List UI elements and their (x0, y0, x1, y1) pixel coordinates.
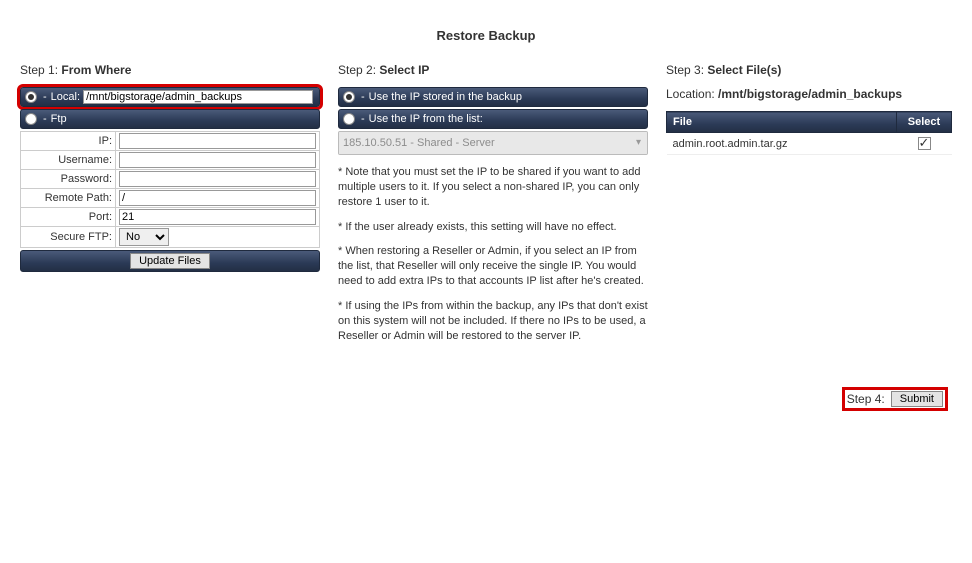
submit-button[interactable]: Submit (891, 391, 943, 407)
file-table: File Select admin.root.admin.tar.gz (666, 111, 952, 155)
step1-column: Step 1: From Where - Local: - Ftp IP: Us… (20, 63, 320, 272)
step2-column: Step 2: Select IP - Use the IP stored in… (338, 63, 648, 353)
ip-select[interactable]: 185.10.50.51 - Shared - Server (339, 132, 647, 154)
remote-path-input[interactable] (119, 190, 316, 206)
location-label: Location: (666, 87, 718, 101)
step2-title: Select IP (379, 63, 429, 77)
secure-ftp-select[interactable]: No (119, 228, 169, 246)
local-path-input[interactable] (83, 90, 313, 104)
select-col-header[interactable]: Select (897, 112, 952, 133)
dash-icon: - (361, 91, 365, 103)
dash-icon: - (43, 91, 47, 103)
ip-input[interactable] (119, 133, 316, 149)
location-line: Location: /mnt/bigstorage/admin_backups (666, 87, 952, 101)
port-input[interactable] (119, 209, 316, 225)
step1-heading: Step 1: From Where (20, 63, 320, 77)
note-text: * If using the IPs from within the backu… (338, 299, 648, 344)
password-input[interactable] (119, 171, 316, 187)
note-text: * When restoring a Reseller or Admin, if… (338, 244, 648, 289)
username-label: Username: (21, 151, 116, 170)
checkbox-icon[interactable] (918, 137, 931, 150)
update-files-button[interactable]: Update Files (130, 253, 210, 269)
ip-select-wrap[interactable]: 185.10.50.51 - Shared - Server ▾ (338, 131, 648, 155)
step3-title: Select File(s) (707, 63, 781, 77)
location-value: /mnt/bigstorage/admin_backups (718, 87, 902, 101)
step3-heading: Step 3: Select File(s) (666, 63, 952, 77)
step2-heading: Step 2: Select IP (338, 63, 648, 77)
port-label: Port: (21, 208, 116, 227)
dash-icon: - (43, 113, 47, 125)
radio-ftp-icon[interactable] (25, 113, 37, 125)
step3-prefix: Step 3: (666, 63, 707, 77)
step2-prefix: Step 2: (338, 63, 379, 77)
radio-local-icon[interactable] (25, 91, 37, 103)
file-cell: admin.root.admin.tar.gz (667, 133, 897, 155)
password-label: Password: (21, 170, 116, 189)
step1-title: From Where (61, 63, 131, 77)
page-title: Restore Backup (0, 0, 972, 63)
radio-ip-stored-icon[interactable] (343, 91, 355, 103)
ftp-option-bar[interactable]: - Ftp (20, 109, 320, 129)
step2-notes: * Note that you must set the IP to be sh… (338, 165, 648, 343)
secure-ftp-label: Secure FTP: (21, 227, 116, 248)
step4-area: Step 4: Submit (0, 353, 972, 421)
ip-stored-option[interactable]: - Use the IP stored in the backup (338, 87, 648, 107)
username-input[interactable] (119, 152, 316, 168)
ip-list-label: Use the IP from the list: (369, 113, 483, 125)
ip-label: IP: (21, 132, 116, 151)
update-files-bar: Update Files (20, 250, 320, 272)
note-text: * Note that you must set the IP to be sh… (338, 165, 648, 210)
note-text: * If the user already exists, this setti… (338, 220, 648, 235)
ftp-label: Ftp (51, 113, 67, 125)
local-option-bar[interactable]: - Local: (20, 87, 320, 107)
ip-list-option[interactable]: - Use the IP from the list: (338, 109, 648, 129)
table-row: admin.root.admin.tar.gz (667, 133, 952, 155)
file-col-header[interactable]: File (667, 112, 897, 133)
dash-icon: - (361, 113, 365, 125)
step4-highlight: Step 4: Submit (842, 387, 948, 411)
local-label: Local: (51, 91, 80, 103)
ip-stored-label: Use the IP stored in the backup (369, 91, 522, 103)
ftp-form-table: IP: Username: Password: Remote Path: Por… (20, 131, 320, 248)
select-cell (897, 133, 952, 155)
radio-ip-list-icon[interactable] (343, 113, 355, 125)
step3-column: Step 3: Select File(s) Location: /mnt/bi… (666, 63, 952, 155)
step4-label: Step 4: (847, 392, 885, 406)
step1-prefix: Step 1: (20, 63, 61, 77)
remote-path-label: Remote Path: (21, 189, 116, 208)
